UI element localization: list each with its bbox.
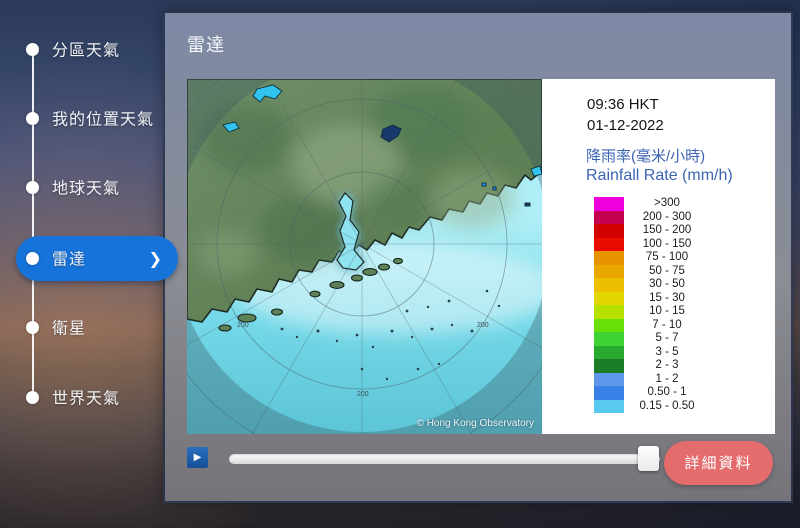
legend-swatch xyxy=(594,264,624,278)
legend-swatch xyxy=(594,251,624,265)
legend-swatch xyxy=(594,237,624,251)
legend-row: 50 - 75 xyxy=(594,264,710,278)
legend-range-label: 150 - 200 xyxy=(642,224,692,236)
legend-range-label: 10 - 15 xyxy=(649,305,685,317)
legend-swatch xyxy=(594,372,624,386)
legend-range-label: 7 - 10 xyxy=(652,318,682,331)
legend-row: 200 - 300 xyxy=(594,210,710,224)
legend-swatch xyxy=(594,291,624,305)
sidebar-item-earth-weather[interactable]: 地球天氣 xyxy=(10,167,185,207)
sidebar-item-label: 雷達 xyxy=(52,251,87,269)
timestamp-date: 01-12-2022 xyxy=(587,117,664,134)
radar-map-image: 200 200 200 © Hong Kong Observatory xyxy=(187,79,542,434)
legend-swatch xyxy=(594,318,624,332)
legend-row: 150 - 200 xyxy=(594,224,710,238)
timestamp-time: 09:36 HKT xyxy=(587,96,659,113)
legend-range-label: 2 - 3 xyxy=(655,359,679,371)
legend-range-label: 200 - 300 xyxy=(642,210,692,223)
play-icon: ▶ xyxy=(193,452,202,463)
legend-swatch xyxy=(594,386,624,400)
legend-range-label: 0.50 - 1 xyxy=(647,386,687,398)
legend-swatch xyxy=(594,332,624,346)
details-button[interactable]: 詳細資料 xyxy=(664,441,773,485)
sidebar-item-label: 世界天氣 xyxy=(52,390,121,408)
legend-row: 7 - 10 xyxy=(594,318,710,332)
timeline-dot-icon xyxy=(26,111,39,125)
legend-swatch xyxy=(594,359,624,373)
radar-page-panel: 雷達 200 200 200 © Hong Kong Observatory 0… xyxy=(163,11,793,503)
legend-range-label: 30 - 50 xyxy=(649,278,685,290)
ring-label: 200 xyxy=(237,322,249,329)
legend-row: 30 - 50 xyxy=(594,278,710,292)
legend-swatch xyxy=(594,399,624,413)
legend-swatch xyxy=(594,224,624,238)
legend-range-label: 100 - 150 xyxy=(642,237,692,250)
rainfall-rate-label-en: Rainfall Rate (mm/h) xyxy=(586,167,733,184)
legend-range-label: 5 - 7 xyxy=(655,332,679,344)
radar-map-art: 200 200 200 xyxy=(187,79,542,434)
legend-row: 5 - 7 xyxy=(594,332,710,346)
radar-timestamp: 09:36 HKT 01-12-2022 xyxy=(587,94,664,136)
legend-swatch xyxy=(594,197,624,211)
animation-slider-track[interactable] xyxy=(229,454,660,464)
sidebar-item-my-location-weather[interactable]: 我的位置天氣 xyxy=(10,98,185,138)
rainfall-legend-panel: 09:36 HKT 01-12-2022 降雨率(毫米/小時) Rainfall… xyxy=(542,79,775,434)
legend-swatch xyxy=(594,345,624,359)
legend-row: 0.15 - 0.50 xyxy=(594,399,710,413)
legend-range-label: 75 - 100 xyxy=(645,251,689,263)
timeline-dot-icon xyxy=(26,42,39,56)
legend-row: 1 - 2 xyxy=(594,372,710,386)
legend-swatch xyxy=(594,278,624,292)
legend-row: 15 - 30 xyxy=(594,291,710,305)
legend-row: >300 xyxy=(594,197,710,211)
timeline-dot-icon xyxy=(26,251,39,265)
legend-range-label: 1 - 2 xyxy=(655,372,679,385)
sidebar-item-world-weather[interactable]: 世界天氣 xyxy=(10,377,185,417)
legend-row: 75 - 100 xyxy=(594,251,710,265)
page-title: 雷達 xyxy=(187,35,225,55)
legend-row: 3 - 5 xyxy=(594,345,710,359)
play-button[interactable]: ▶ xyxy=(187,447,208,468)
legend-range-label: 0.15 - 0.50 xyxy=(639,399,695,412)
legend-range-label: 3 - 5 xyxy=(655,345,679,358)
sidebar-item-label: 衛星 xyxy=(52,320,87,338)
rainfall-rate-label-zh: 降雨率(毫米/小時) xyxy=(586,148,706,165)
legend-swatch xyxy=(594,305,624,319)
sidebar-item-label: 地球天氣 xyxy=(52,180,121,198)
sidebar-item-district-weather[interactable]: 分區天氣 xyxy=(10,29,185,69)
sidebar-nav: ❯ 分區天氣 我的位置天氣 地球天氣 雷達 衛星 世界天氣 xyxy=(0,0,185,528)
timeline-dot-icon xyxy=(26,180,39,194)
sidebar-item-satellite[interactable]: 衛星 xyxy=(10,307,185,347)
legend-row: 0.50 - 1 xyxy=(594,386,710,400)
sidebar-item-label: 我的位置天氣 xyxy=(52,111,155,129)
legend-row: 100 - 150 xyxy=(594,237,710,251)
legend-swatch xyxy=(594,210,624,224)
animation-slider-thumb[interactable] xyxy=(638,446,659,471)
rainfall-legend-table: >300 200 - 300 150 - 200 100 - 150 75 - … xyxy=(594,197,710,413)
sidebar-item-label: 分區天氣 xyxy=(52,42,121,60)
timeline-dot-icon xyxy=(26,390,39,404)
timeline-dot-icon xyxy=(26,320,39,334)
ring-label: 200 xyxy=(357,391,369,398)
legend-range-label: >300 xyxy=(654,197,680,209)
ring-label: 200 xyxy=(477,322,489,329)
sidebar-item-radar[interactable]: 雷達 xyxy=(10,238,185,278)
copyright-text: © Hong Kong Observatory xyxy=(416,418,534,429)
legend-row: 10 - 15 xyxy=(594,305,710,319)
legend-range-label: 15 - 30 xyxy=(649,291,685,304)
legend-row: 2 - 3 xyxy=(594,359,710,373)
legend-range-label: 50 - 75 xyxy=(649,264,685,277)
